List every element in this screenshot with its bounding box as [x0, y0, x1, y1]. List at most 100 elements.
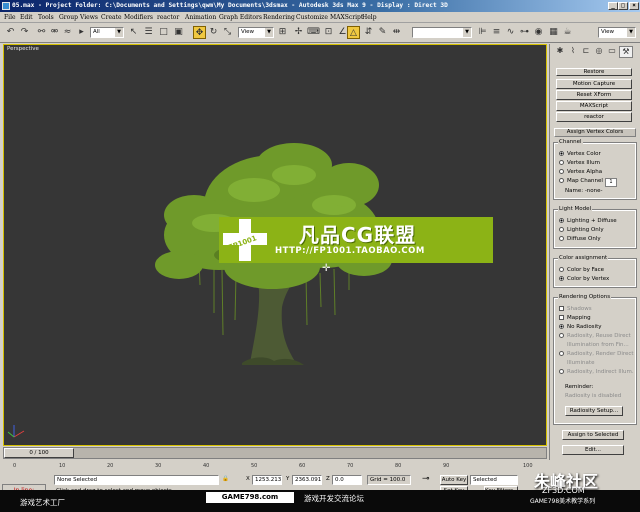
curve-editor-icon[interactable]: ∿ — [504, 26, 517, 39]
edit-button[interactable]: Edit... — [562, 445, 624, 455]
key-icon[interactable]: ⊸ — [422, 474, 430, 484]
radio-lighting-only[interactable]: Lighting Only — [559, 227, 604, 233]
menu-maxscript[interactable]: MAXScript — [330, 14, 363, 21]
spinner-snap-icon[interactable]: ⇵ — [362, 26, 375, 39]
select-by-name-icon[interactable]: ☰ — [142, 26, 155, 39]
menu-create[interactable]: Create — [101, 14, 122, 21]
material-editor-icon[interactable]: ◉ — [532, 26, 545, 39]
select-icon[interactable]: ↖ — [127, 26, 140, 39]
radio-radiosity-indirect[interactable]: Radiosity, Indirect Illum. — [559, 369, 634, 375]
maxscript-button[interactable]: MAXScript — [556, 101, 632, 111]
radio-lighting-diffuse[interactable]: Lighting + Diffuse — [559, 218, 617, 224]
snap-toggle-icon[interactable]: ⊡ — [322, 26, 335, 39]
time-slider-thumb[interactable]: 0 / 100 — [4, 448, 74, 458]
utilities-tab-icon[interactable]: ⚒ — [619, 46, 633, 58]
rendering-options-group: Rendering Options Shadows Mapping No Rad… — [553, 294, 637, 425]
light-model-title: Light Model — [558, 206, 592, 212]
window-crossing-icon[interactable]: ▣ — [172, 26, 185, 39]
ref-coord-dropdown[interactable]: View ▼ — [238, 27, 274, 38]
menu-customize[interactable]: Customize — [296, 14, 328, 21]
link-icon[interactable]: ⚯ — [35, 26, 48, 39]
radio-color-by-face[interactable]: Color by Face — [559, 267, 604, 273]
pivot-center-icon[interactable]: ⊞ — [276, 26, 289, 39]
check-shadows[interactable]: Shadows — [559, 306, 592, 312]
menu-tools[interactable]: Tools — [38, 14, 54, 21]
percent-snap-icon[interactable]: △ — [347, 26, 360, 39]
footer-center-text: 游戏开发交流论坛 — [304, 494, 364, 503]
map-channel-spinner[interactable]: 1 — [604, 178, 617, 187]
selected-dropdown[interactable]: Selected — [470, 475, 518, 485]
menu-help[interactable]: Help — [362, 14, 377, 21]
menu-animation[interactable]: Animation — [185, 14, 216, 21]
reset-xform-button[interactable]: Reset XForm — [556, 90, 632, 100]
select-manipulate-icon[interactable]: ✢ — [292, 26, 305, 39]
minimize-button[interactable]: _ — [608, 2, 618, 10]
assign-vertex-colors-rollout[interactable]: Assign Vertex Colors — [554, 128, 636, 137]
menu-graph-editors[interactable]: Graph Editors — [219, 14, 262, 21]
unlink-icon[interactable]: ⚮ — [48, 26, 61, 39]
perspective-viewport[interactable]: Perspective ✛ FP1001 凡品CG联盟 HTTP://FP100… — [3, 44, 547, 446]
radio-radiosity-render-direct[interactable]: Radiosity, Render Direct — [559, 351, 634, 357]
mirror-icon[interactable]: ⇹ — [390, 26, 403, 39]
footer-site-badge: GAME798.com — [206, 492, 294, 503]
channel-group: Channel Vertex Color Vertex Illum Vertex… — [553, 139, 637, 200]
menu-views[interactable]: Views — [80, 14, 98, 21]
menu-file[interactable]: File — [4, 14, 16, 21]
radio-vertex-illum[interactable]: Vertex Illum — [559, 160, 600, 166]
color-assignment-title: Color assignment — [558, 255, 609, 261]
schematic-view-icon[interactable]: ⊶ — [518, 26, 531, 39]
motion-capture-button[interactable]: Motion Capture — [556, 79, 632, 89]
align-icon[interactable]: ⊫ — [476, 26, 489, 39]
render-scene-icon[interactable]: ▦ — [547, 26, 560, 39]
radio-vertex-alpha[interactable]: Vertex Alpha — [559, 169, 602, 175]
select-move-icon[interactable]: ✥ — [193, 26, 206, 39]
menu-rendering[interactable]: Rendering — [263, 14, 295, 21]
redo-icon[interactable]: ↷ — [18, 26, 31, 39]
x-coordinate-field[interactable]: 1253.213 — [252, 475, 282, 485]
selection-filter-dropdown[interactable]: All ▼ — [90, 27, 124, 38]
time-slider[interactable]: 0 / 100 — [3, 447, 547, 459]
select-object-icon[interactable]: ▸ — [75, 26, 88, 39]
auto-key-button[interactable]: Auto Key — [440, 475, 468, 485]
assign-to-selected-button[interactable]: Assign to Selected — [562, 430, 624, 440]
radio-no-radiosity[interactable]: No Radiosity — [559, 324, 602, 330]
radio-radiosity-reuse-direct[interactable]: Radiosity, Reuse Direct — [559, 333, 631, 339]
y-coordinate-field[interactable]: 2363.091 — [292, 475, 322, 485]
create-tab-icon[interactable]: ✱ — [554, 46, 566, 56]
radiosity-setup-button[interactable]: Radiosity Setup... — [565, 406, 623, 416]
named-selection-sets-dropdown[interactable]: ▼ — [412, 27, 472, 38]
restore-button[interactable]: Restore — [556, 68, 632, 76]
menu-edit[interactable]: Edit — [20, 14, 33, 21]
display-tab-icon[interactable]: ▭ — [606, 46, 618, 56]
render-type-dropdown[interactable]: View ▼ — [598, 27, 636, 38]
radio-diffuse-only[interactable]: Diffuse Only — [559, 236, 601, 242]
bind-spacewarp-icon[interactable]: ≈ — [61, 26, 74, 39]
menu-modifiers[interactable]: Modifiers — [124, 14, 153, 21]
rectangular-selection-icon[interactable]: □ — [157, 26, 170, 39]
tick-label: 10 — [59, 463, 66, 469]
lock-selection-icon[interactable]: 🔒 — [222, 476, 229, 482]
radio-map-channel[interactable]: Map Channel 1 — [559, 178, 617, 187]
undo-icon[interactable]: ↶ — [4, 26, 17, 39]
menu-reactor[interactable]: reactor — [157, 14, 179, 21]
z-coordinate-field[interactable]: 0.0 — [332, 475, 362, 485]
fp1001-logo: FP1001 — [223, 219, 267, 261]
banner-title: 凡品CG联盟 — [299, 223, 417, 247]
select-rotate-icon[interactable]: ↻ — [207, 26, 220, 39]
modify-tab-icon[interactable]: ⌇ — [567, 46, 579, 56]
close-button[interactable]: × — [629, 2, 639, 10]
reactor-button[interactable]: reactor — [556, 112, 632, 122]
quick-render-icon[interactable]: ☕ — [561, 26, 574, 39]
radio-color-by-vertex[interactable]: Color by Vertex — [559, 276, 609, 282]
layer-manager-icon[interactable]: ≡ — [490, 26, 503, 39]
hierarchy-tab-icon[interactable]: ⊏ — [580, 46, 592, 56]
named-selection-icon[interactable]: ✎ — [376, 26, 389, 39]
menu-group[interactable]: Group — [59, 14, 78, 21]
select-scale-icon[interactable]: ⤡ — [221, 26, 234, 39]
track-bar[interactable]: 0 10 20 30 40 50 60 70 80 90 100 — [3, 459, 547, 471]
motion-tab-icon[interactable]: ◎ — [593, 46, 605, 56]
maximize-button[interactable]: □ — [618, 2, 628, 10]
radio-vertex-color[interactable]: Vertex Color — [559, 151, 601, 157]
check-mapping[interactable]: Mapping — [559, 315, 591, 321]
keyboard-shortcut-icon[interactable]: ⌨ — [307, 26, 320, 39]
